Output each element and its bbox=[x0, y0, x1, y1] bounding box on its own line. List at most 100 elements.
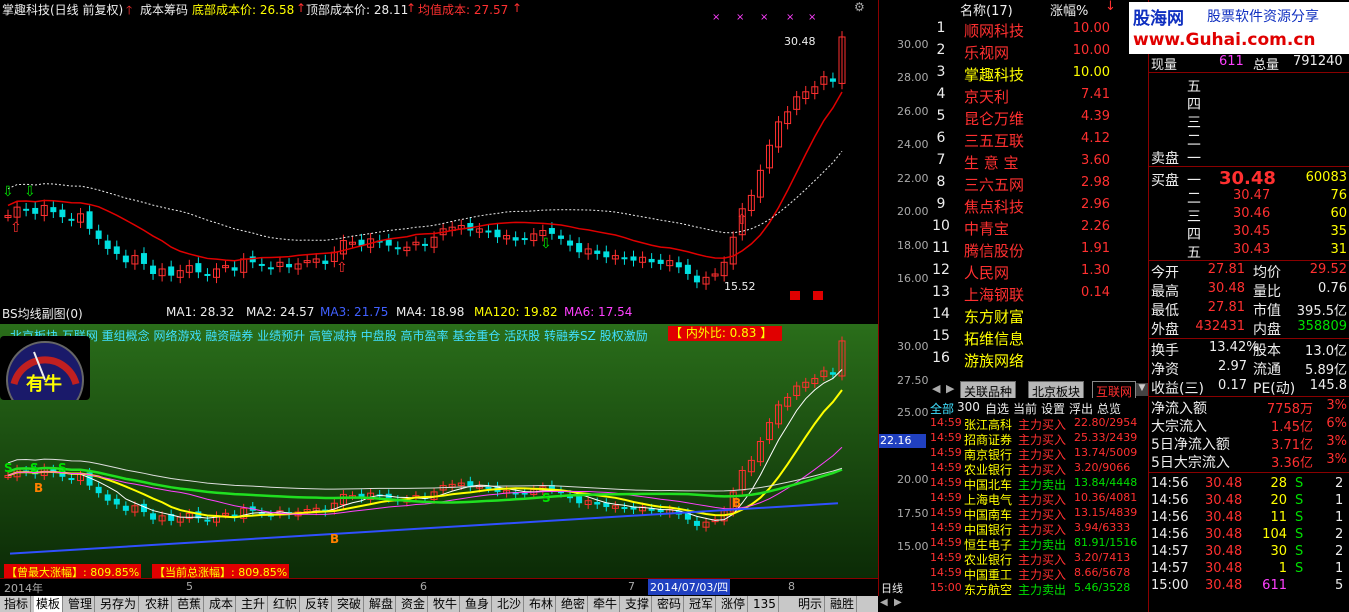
tab-9[interactable]: 反转 bbox=[303, 596, 333, 612]
tab-11[interactable]: 解盘 bbox=[367, 596, 397, 612]
bid-price: 30.43 bbox=[1233, 242, 1271, 257]
list-header-pct[interactable]: 涨幅% bbox=[1050, 0, 1088, 19]
tab-23[interactable]: 135 bbox=[751, 596, 779, 612]
tab-prev-icon[interactable]: ◀ bbox=[932, 382, 940, 395]
candle-body bbox=[594, 250, 601, 254]
list-header-name[interactable]: 名称(17) bbox=[960, 0, 1013, 19]
dropdown-chevron-icon[interactable]: ▼ bbox=[1136, 383, 1148, 396]
stat-label: 换手 bbox=[1151, 343, 1179, 359]
tab-17[interactable]: 绝密 bbox=[559, 596, 589, 612]
tab-21[interactable]: 冠军 bbox=[687, 596, 717, 612]
settings-gear-icon[interactable]: ⚙ bbox=[854, 0, 865, 14]
stock-name[interactable]: 上海钢联 bbox=[964, 284, 1024, 305]
rank-number: 14 bbox=[932, 306, 950, 322]
stock-name[interactable]: 三五互联 bbox=[964, 130, 1024, 151]
stat-label: PE(动) bbox=[1253, 381, 1296, 397]
tab-24[interactable]: 明示 bbox=[796, 596, 826, 612]
tab-10[interactable]: 突破 bbox=[335, 596, 365, 612]
subtab-current[interactable]: 当前 bbox=[1013, 400, 1037, 417]
rise-ranking-list: 名称(17) 涨幅% ↓ 1 顺网科技 10.00 2 乐视网 10.00 3 掌趣科技 10.… bbox=[930, 0, 1124, 380]
stock-name[interactable]: 京天利 bbox=[964, 86, 1009, 107]
tab-16[interactable]: 布林 bbox=[527, 596, 557, 612]
tab-5[interactable]: 芭蕉 bbox=[175, 596, 205, 612]
stock-name[interactable]: 游族网络 bbox=[964, 350, 1024, 371]
tab-2[interactable]: 管理 bbox=[66, 596, 96, 612]
bid-volume: 60 bbox=[1330, 206, 1347, 221]
ma3-trend-line bbox=[9, 502, 839, 555]
tab-1[interactable]: 模板 bbox=[34, 596, 64, 612]
stock-name[interactable]: 掌趣科技 bbox=[964, 64, 1024, 85]
candle-body bbox=[267, 267, 274, 270]
stock-name[interactable]: 昆仑万维 bbox=[964, 108, 1024, 129]
tick-price: 30.48 bbox=[1205, 476, 1243, 491]
subtab-300[interactable]: 300 bbox=[957, 400, 980, 414]
y-tick: 20.00 bbox=[897, 205, 929, 218]
y-tick: 16.00 bbox=[897, 272, 929, 285]
stock-name[interactable]: 人民网 bbox=[964, 262, 1009, 283]
stock-name[interactable]: 乐视网 bbox=[964, 42, 1009, 63]
scroll-left-icon[interactable]: ◀ bbox=[880, 597, 888, 608]
trade-value: 22.80/2954 bbox=[1074, 416, 1138, 429]
tab-next-icon[interactable]: ▶ bbox=[946, 382, 954, 395]
tab-15[interactable]: 北沙 bbox=[495, 596, 525, 612]
tab-8[interactable]: 红帜 bbox=[271, 596, 301, 612]
tab-6[interactable]: 成本 bbox=[207, 596, 237, 612]
tab-12[interactable]: 资金 bbox=[399, 596, 429, 612]
scroll-right-icon[interactable]: ▶ bbox=[894, 597, 902, 608]
bid-price: 30.48 bbox=[1219, 168, 1276, 189]
candle-body bbox=[693, 275, 700, 283]
tab-18[interactable]: 牵牛 bbox=[591, 596, 621, 612]
stock-pct: 0.14 bbox=[1081, 285, 1110, 300]
tab-4[interactable]: 农耕 bbox=[143, 596, 173, 612]
stock-name[interactable]: 三六五网 bbox=[964, 174, 1024, 195]
total-vol: 791240 bbox=[1293, 54, 1343, 69]
tab-20[interactable]: 密码 bbox=[655, 596, 685, 612]
trade-time: 14:59 bbox=[930, 476, 962, 489]
subtab-watchlist[interactable]: 自选 bbox=[985, 400, 1009, 417]
stat-label: 股本 bbox=[1253, 343, 1281, 359]
ma-red-line bbox=[7, 91, 843, 262]
tab-25[interactable]: 融胜 bbox=[828, 596, 858, 612]
signal-arrow-icon: ⇩ bbox=[2, 184, 14, 200]
tab-22[interactable]: 涨停 bbox=[719, 596, 749, 612]
tab-19[interactable]: 支撑 bbox=[623, 596, 653, 612]
rank-number: 6 bbox=[936, 130, 946, 146]
stock-name[interactable]: 生 意 宝 bbox=[964, 152, 1019, 173]
tab-0[interactable]: 指标 bbox=[2, 596, 32, 612]
signal-letter-icon: S bbox=[30, 461, 39, 475]
time-axis-label: 2014年 bbox=[4, 582, 43, 595]
tab-beijing[interactable]: 北京板块 bbox=[1028, 381, 1085, 399]
sort-desc-icon[interactable]: ↓ bbox=[1105, 0, 1116, 14]
trade-value: 3.20/9066 bbox=[1074, 461, 1131, 474]
stock-name[interactable]: 拓维信息 bbox=[964, 328, 1024, 349]
tab-13[interactable]: 牧牛 bbox=[431, 596, 461, 612]
trade-value: 13.74/5009 bbox=[1074, 446, 1138, 459]
tick-count: 1 bbox=[1335, 561, 1344, 576]
tab-internet[interactable]: 互联网 bbox=[1092, 381, 1137, 399]
tick-volume: 30 bbox=[1270, 544, 1287, 559]
stock-name[interactable]: 腾信股份 bbox=[964, 240, 1024, 261]
tab-related[interactable]: 关联品种 bbox=[960, 381, 1017, 399]
main-kline-chart[interactable]: × × × × × ⇩ ⇩ ⇩ ⇧ ⇧ ⇧ 掌趣科技(日线 前复权) 🡑 成本筹码 底部成本价: 2… bbox=[0, 0, 878, 300]
tick-price: 30.48 bbox=[1205, 527, 1243, 542]
subtab-all[interactable]: 全部 bbox=[930, 400, 954, 417]
subtab-overview[interactable]: 总览 bbox=[1097, 400, 1121, 417]
subtab-float[interactable]: 浮出 bbox=[1069, 400, 1093, 417]
stock-name[interactable]: 中青宝 bbox=[964, 218, 1009, 239]
ask-level: 一 bbox=[1187, 151, 1201, 167]
y-tick: 26.00 bbox=[897, 105, 929, 118]
stock-name[interactable]: 东方财富 bbox=[964, 306, 1024, 327]
stock-name[interactable]: 顺网科技 bbox=[964, 20, 1024, 41]
tab-14[interactable]: 鱼身 bbox=[463, 596, 493, 612]
sub-indicator-chart[interactable]: SSSSBBB BS均线副图(0) MA1: 28.32 MA2: 24.57 … bbox=[0, 302, 878, 580]
tab-7[interactable]: 主升 bbox=[239, 596, 269, 612]
flow-value: 3.71亿 bbox=[1271, 438, 1313, 453]
stock-name[interactable]: 焦点科技 bbox=[964, 196, 1024, 217]
ma120-label: MA120: 19.82 bbox=[474, 305, 558, 319]
tab-3[interactable]: 另存为 bbox=[98, 596, 140, 612]
y-tick: 30.00 bbox=[897, 38, 929, 51]
subtab-settings[interactable]: 设置 bbox=[1041, 400, 1065, 417]
period-label[interactable]: 日线 bbox=[881, 580, 903, 596]
tick-price: 30.48 bbox=[1205, 561, 1243, 576]
trade-value: 10.36/4081 bbox=[1074, 491, 1138, 504]
